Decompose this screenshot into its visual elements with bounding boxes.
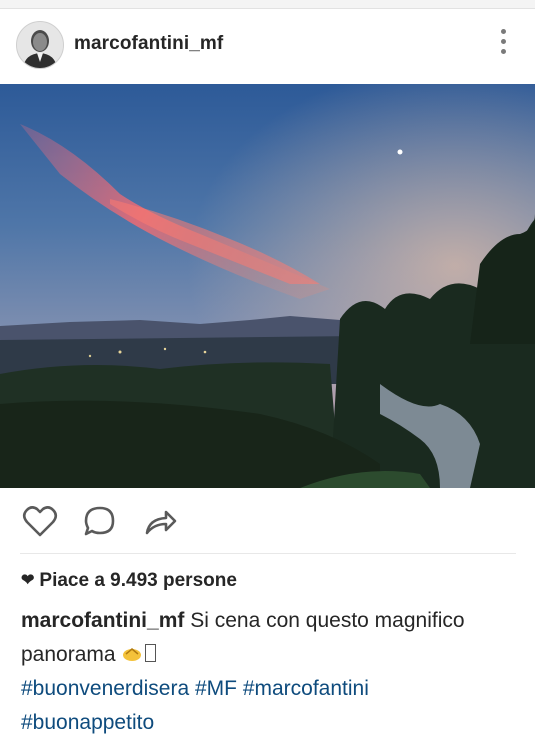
post-photo[interactable] bbox=[0, 84, 535, 488]
avatar[interactable] bbox=[16, 21, 64, 69]
heart-filled-icon: ❤ bbox=[21, 572, 35, 589]
sunset-landscape-image bbox=[0, 84, 535, 488]
hashtag-link[interactable]: #buonappetito bbox=[21, 711, 154, 734]
speech-bubble-icon[interactable] bbox=[80, 502, 120, 542]
actions-divider bbox=[20, 553, 516, 554]
more-options-icon[interactable] bbox=[492, 29, 514, 63]
missing-glyph-icon bbox=[145, 644, 157, 662]
praying-hands-emoji-icon bbox=[121, 640, 143, 661]
hashtag-link[interactable]: #buonvenerdisera bbox=[21, 677, 189, 700]
likes-text: Piace a 9.493 persone bbox=[39, 570, 237, 591]
avatar-photo bbox=[17, 22, 63, 68]
post-actions-bar bbox=[0, 488, 535, 554]
caption-username[interactable]: marcofantini_mf bbox=[21, 609, 184, 632]
hashtag-link[interactable]: #marcofantini bbox=[243, 677, 369, 700]
hashtag-link[interactable]: #MF bbox=[195, 677, 237, 700]
top-divider bbox=[0, 0, 535, 9]
share-arrow-icon[interactable] bbox=[140, 502, 180, 542]
post-header: marcofantini_mf bbox=[0, 9, 535, 83]
likes-count[interactable]: ❤ Piace a 9.493 persone bbox=[21, 570, 237, 592]
heart-outline-icon[interactable] bbox=[20, 502, 60, 542]
post-author-username[interactable]: marcofantini_mf bbox=[74, 33, 223, 55]
post-caption: marcofantini_mf Si cena con questo magni… bbox=[21, 604, 521, 740]
